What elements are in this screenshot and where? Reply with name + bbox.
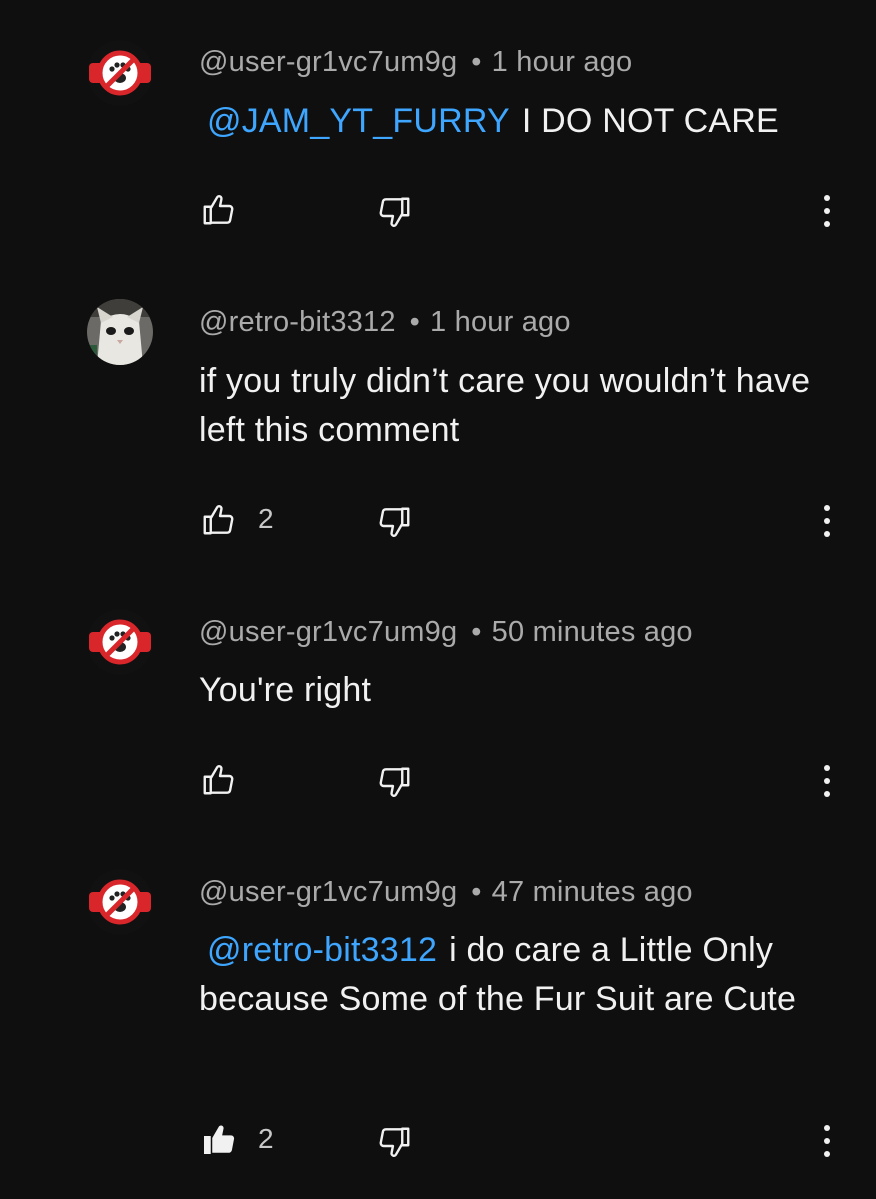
avatar[interactable] [87, 869, 153, 935]
thumbs-up-icon[interactable] [201, 501, 237, 537]
comment-text: if you truly didn’t care you wouldn’t ha… [199, 357, 829, 455]
comment-author[interactable]: @retro-bit3312 [199, 306, 396, 338]
comment-meta: @user-gr1vc7um9g • 1 hour ago [199, 46, 632, 79]
cat-avatar-icon [87, 299, 153, 365]
thumbs-down-icon[interactable] [376, 765, 412, 801]
meta-separator: • [471, 616, 482, 648]
comment-author[interactable]: @user-gr1vc7um9g [199, 46, 457, 78]
comment-text-content: You're right [199, 671, 372, 709]
more-vertical-icon[interactable] [815, 501, 839, 541]
more-vertical-icon[interactable] [815, 761, 839, 801]
mention-link[interactable]: @JAM_YT_FURRY [207, 102, 510, 140]
comment-time[interactable]: 1 hour ago [492, 46, 633, 78]
meta-separator: • [471, 46, 482, 78]
comment-actions: 2 [0, 501, 876, 545]
comment-text-content: I DO NOT CARE [521, 102, 779, 140]
comment-time[interactable]: 50 minutes ago [492, 616, 693, 648]
no-furry-avatar-icon [87, 869, 153, 935]
no-furry-avatar-icon [87, 609, 153, 675]
comment-text-content: if you truly didn’t care you wouldn’t ha… [199, 362, 811, 449]
comment-text: @retro-bit3312 i do care a Little Only be… [199, 926, 824, 1024]
meta-separator: • [409, 306, 421, 338]
comment-meta: @user-gr1vc7um9g • 50 minutes ago [199, 616, 693, 649]
mention-link[interactable]: @retro-bit3312 [207, 931, 437, 969]
thumbs-up-icon[interactable] [201, 191, 237, 227]
comment-actions [0, 761, 876, 805]
meta-separator: • [471, 876, 482, 908]
like-count: 2 [258, 503, 274, 534]
more-vertical-icon[interactable] [815, 1121, 839, 1161]
thumbs-down-icon[interactable] [376, 195, 412, 231]
comment-time[interactable]: 1 hour ago [430, 306, 571, 338]
avatar[interactable] [87, 40, 153, 106]
comment-time[interactable]: 47 minutes ago [492, 876, 693, 908]
comment-author[interactable]: @user-gr1vc7um9g [199, 616, 457, 648]
comment-actions [0, 191, 876, 235]
comment-text: @JAM_YT_FURRY I DO NOT CARE [199, 97, 839, 146]
comment-actions: 2 [0, 1121, 876, 1165]
comment-author[interactable]: @user-gr1vc7um9g [199, 876, 457, 908]
avatar[interactable] [87, 609, 153, 675]
like-count: 2 [258, 1123, 274, 1154]
thumbs-up-icon[interactable] [201, 761, 237, 797]
thumbs-down-icon[interactable] [376, 505, 412, 541]
comment-meta: @retro-bit3312 • 1 hour ago [199, 306, 571, 339]
thumbs-up-filled-icon[interactable] [201, 1121, 237, 1157]
no-furry-avatar-icon [87, 40, 153, 106]
comment-meta: @user-gr1vc7um9g • 47 minutes ago [199, 876, 693, 909]
avatar[interactable] [87, 299, 153, 365]
thumbs-down-icon[interactable] [376, 1125, 412, 1161]
comment-text: You're right [199, 666, 839, 715]
more-vertical-icon[interactable] [815, 191, 839, 231]
